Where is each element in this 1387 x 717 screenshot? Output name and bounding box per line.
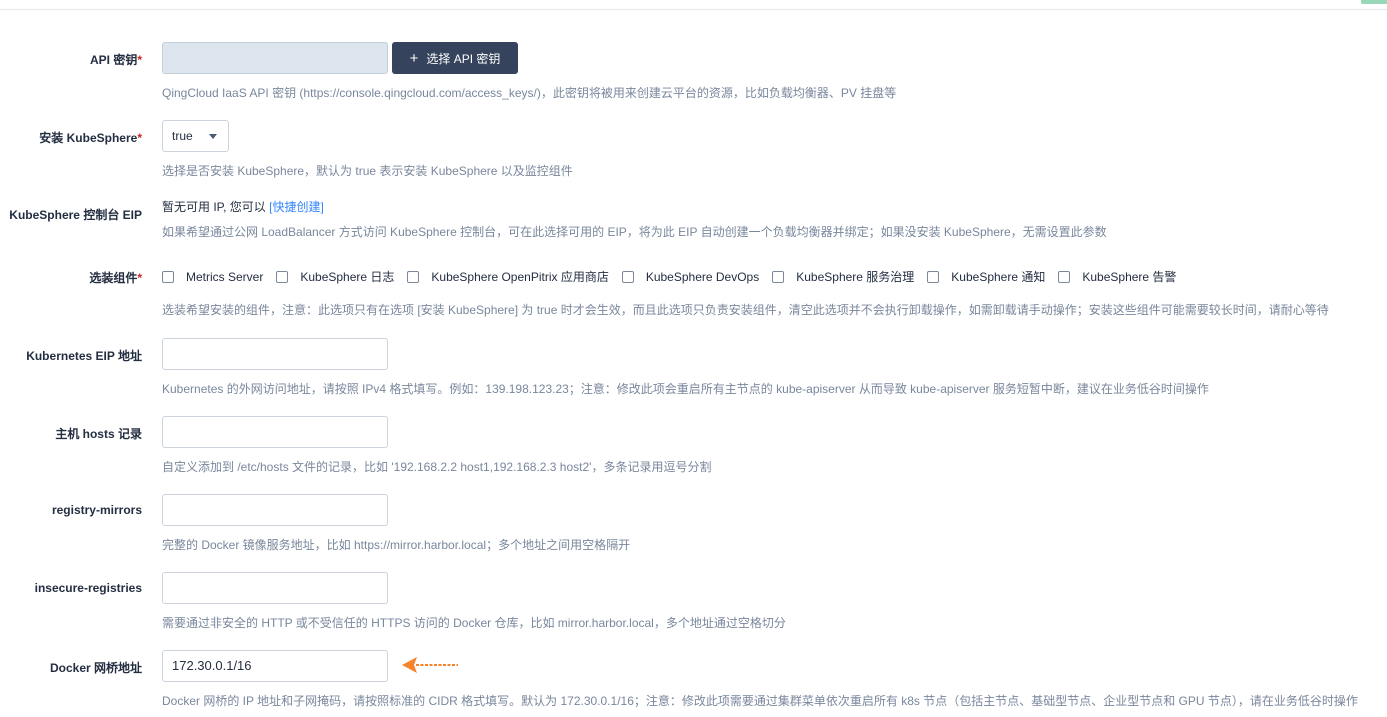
component-servicemesh[interactable]: KubeSphere 服务治理 bbox=[772, 268, 914, 285]
api-key-description: QingCloud IaaS API 密钥 (https://console.q… bbox=[162, 86, 897, 100]
api-key-input[interactable] bbox=[162, 42, 388, 74]
plus-icon: + bbox=[409, 49, 419, 67]
registry-mirrors-description: 完整的 Docker 镜像服务地址，比如 https://mirror.harb… bbox=[162, 538, 631, 552]
k8s-eip-description: Kubernetes 的外网访问地址，请按照 IPv4 格式填写。例如：139.… bbox=[162, 382, 1209, 396]
components-description: 选装希望安装的组件，注意：此选项只有在选项 [安装 KubeSphere] 为 … bbox=[162, 303, 1329, 317]
caret-down-icon bbox=[209, 134, 217, 139]
arrow-left-icon bbox=[402, 657, 458, 673]
components-label: 选装组件* bbox=[89, 271, 142, 285]
checkbox[interactable] bbox=[927, 270, 940, 283]
k8s-eip-label: Kubernetes EIP 地址 bbox=[26, 349, 142, 363]
docker-bridge-label: Docker 网桥地址 bbox=[49, 661, 142, 675]
checkbox[interactable] bbox=[276, 270, 289, 283]
quick-create-link[interactable]: [快捷创建] bbox=[269, 200, 324, 214]
k8s-eip-input[interactable] bbox=[162, 338, 388, 370]
docker-bridge-description: Docker 网桥的 IP 地址和子网掩码，请按照标准的 CIDR 格式填写。默… bbox=[162, 694, 1358, 708]
insecure-registries-description: 需要通过非安全的 HTTP 或不受信任的 HTTPS 访问的 Docker 仓库… bbox=[162, 616, 786, 630]
console-eip-description: 如果希望通过公网 LoadBalancer 方式访问 KubeSphere 控制… bbox=[162, 225, 1107, 239]
hosts-label: 主机 hosts 记录 bbox=[55, 427, 142, 441]
component-openpitrix[interactable]: KubeSphere OpenPitrix 应用商店 bbox=[407, 268, 609, 285]
top-right-tab bbox=[1361, 0, 1387, 4]
registry-mirrors-input[interactable] bbox=[162, 494, 388, 526]
checkbox[interactable] bbox=[162, 270, 174, 283]
insecure-registries-label: insecure-registries bbox=[34, 581, 142, 595]
top-divider bbox=[0, 9, 1387, 10]
console-eip-label: KubeSphere 控制台 EIP bbox=[9, 208, 142, 222]
component-metrics-server[interactable]: Metrics Server bbox=[162, 270, 263, 284]
install-kubesphere-select[interactable]: true bbox=[162, 120, 229, 152]
component-devops[interactable]: KubeSphere DevOps bbox=[621, 270, 759, 284]
component-notification[interactable]: KubeSphere 通知 bbox=[927, 268, 1045, 285]
install-kubesphere-description: 选择是否安装 KubeSphere，默认为 true 表示安装 KubeSphe… bbox=[162, 164, 573, 178]
registry-mirrors-label: registry-mirrors bbox=[51, 503, 142, 517]
hosts-input[interactable] bbox=[162, 416, 388, 448]
select-api-key-button[interactable]: + 选择 API 密钥 bbox=[392, 42, 518, 74]
hosts-description: 自定义添加到 /etc/hosts 文件的记录，比如 '192.168.2.2 … bbox=[162, 460, 712, 474]
checkbox[interactable] bbox=[1058, 270, 1071, 283]
docker-bridge-input[interactable]: 172.30.0.1/16 bbox=[162, 650, 388, 682]
component-logging[interactable]: KubeSphere 日志 bbox=[276, 268, 394, 285]
checkbox[interactable] bbox=[407, 270, 420, 283]
component-alerting[interactable]: KubeSphere 告警 bbox=[1058, 268, 1176, 285]
console-eip-control: 暂无可用 IP, 您可以 [快捷创建] bbox=[162, 200, 324, 214]
components-checkbox-group: Metrics Server KubeSphere 日志 KubeSphere … bbox=[162, 268, 1189, 285]
api-key-control: + 选择 API 密钥 bbox=[162, 42, 518, 74]
checkbox[interactable] bbox=[772, 270, 785, 283]
api-key-label: API 密钥* bbox=[89, 53, 142, 67]
checkbox[interactable] bbox=[621, 270, 634, 283]
insecure-registries-input[interactable] bbox=[162, 572, 388, 604]
install-kubesphere-label: 安装 KubeSphere* bbox=[39, 131, 142, 145]
